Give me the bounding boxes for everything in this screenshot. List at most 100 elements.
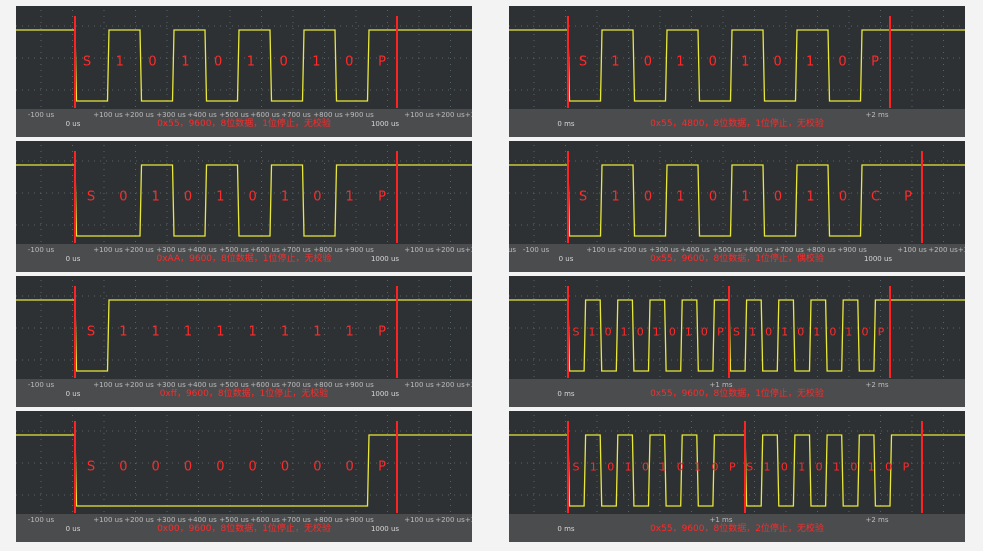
bit-label: 1: [624, 460, 632, 474]
bit-label: S: [746, 460, 754, 474]
bit-label: 1: [119, 324, 128, 340]
bit-label: 1: [312, 54, 321, 70]
panel-0x55-4800: S 1 0 1 0 1 0 1 0 P +2 ms 0 ms 0x55，4800，8位数据，1位停止，无…: [509, 6, 965, 137]
time-axis: -100 us +100 us +200 us +300 us +400 us +500 …: [16, 379, 472, 407]
bit-label: 1: [620, 325, 628, 339]
waveform-plot: [16, 415, 472, 513]
bit-label: 1: [741, 54, 750, 70]
axis-tick-label: +200 us: [435, 381, 465, 389]
panel-0x00-9600: S 0 0 0 0 0 0 0 0 P -100 us +100 us +200 us +300 us +4…: [16, 411, 472, 542]
axis-tick-label: +200 us: [928, 246, 958, 254]
axis-tick-label: +2 ms: [865, 111, 889, 119]
bit-label: 0: [765, 325, 773, 339]
waveform-plot: [509, 10, 965, 108]
bit-label: 1: [280, 324, 290, 340]
bit-label: 1: [181, 54, 190, 70]
bit-label: 0: [280, 459, 290, 475]
bit-label: 0: [780, 460, 788, 474]
panel-0x55-2stop: S 1 0 1 0 1 0 1 0 P S 1 0 1 0 1 0 1 0 P +1 ms +2 ms 0 ms 0x55，9…: [509, 411, 965, 542]
bit-label: 0: [604, 325, 612, 339]
axis-tick-label: +400 us: [187, 111, 217, 119]
bit-label: 0: [668, 325, 676, 339]
bit-label: 0: [248, 459, 257, 475]
axis-tick-label: +400 us: [187, 381, 217, 389]
axis-tick-label: +400 us: [187, 516, 217, 524]
frame-caption: 0x55，9600，8位数据，1位停止，偶校验: [650, 254, 824, 264]
bit-label: 0: [213, 54, 223, 70]
bit-label: 0: [345, 54, 354, 70]
axis-tick-label: +200 us: [124, 111, 154, 119]
bit-label: P: [378, 189, 386, 205]
axis-tick-label: +100 us: [93, 246, 123, 254]
axis-tick-label: +700 us: [281, 111, 311, 119]
bit-label: 1: [652, 325, 660, 339]
axis-tick-label: +300 us: [649, 246, 679, 254]
bit-label: 1: [813, 325, 821, 339]
bit-label: 1: [676, 189, 685, 205]
bit-label: 0: [183, 459, 193, 475]
bit-label: 0: [279, 54, 288, 70]
bit-label: 0: [885, 460, 893, 474]
bit-label: 1: [806, 189, 815, 205]
bit-label: 1: [611, 189, 620, 205]
axis-tick-label: +100 us: [586, 246, 616, 254]
bit-label: S: [86, 324, 96, 340]
bit-label: P: [877, 325, 885, 339]
axis-zero-label: 0 us: [65, 255, 81, 263]
bit-label: 0: [815, 460, 823, 474]
axis-tick-label: +200 us: [124, 246, 154, 254]
axis-tick-label: +3: [464, 516, 472, 524]
axis-end-label: 1000 us: [370, 120, 400, 128]
bit-label: 1: [216, 324, 225, 340]
axis-tick-label: +800 us: [806, 246, 836, 254]
frame-caption: 0x55，9600，8位数据，1位停止，无校验: [650, 389, 824, 399]
axis-tick-label: +500 us: [219, 516, 249, 524]
axis-tick-label: +800 us: [313, 111, 343, 119]
bit-label: 0: [216, 459, 225, 475]
axis-tick-label: +500 us: [712, 246, 742, 254]
axis-tick-label: +900 us: [344, 516, 374, 524]
bit-label: 0: [838, 54, 847, 70]
axis-tick-label: +100 us: [404, 381, 434, 389]
waveform-plot: [16, 145, 472, 243]
bit-label: 0: [119, 189, 128, 205]
panel-0xff-9600: S 1 1 1 1 1 1 1 1 P -100 us +100 us +200 us +300 us +4…: [16, 276, 472, 407]
bit-label: 0: [636, 325, 644, 339]
axis-tick-label: +700 us: [774, 246, 804, 254]
bit-label: S: [578, 54, 588, 70]
axis-tick-label: +300 us: [156, 516, 186, 524]
axis-zero-label: 0 us: [65, 390, 81, 398]
bit-label: S: [86, 189, 96, 205]
axis-tick-label: +600 us: [743, 246, 773, 254]
bit-label: 1: [588, 325, 596, 339]
bit-label: P: [871, 54, 879, 70]
bit-label: 0: [797, 325, 805, 339]
axis-zero-label: 0 us: [558, 255, 574, 263]
bit-label: P: [728, 460, 736, 474]
bit-label: 1: [248, 324, 257, 340]
frame-caption: 0xAA，9600，8位数据，1位停止，无校验: [156, 254, 332, 264]
axis-zero-label: 0 ms: [557, 390, 575, 398]
frame-caption: 0x55，9600，8位数据，2位停止，无校验: [650, 524, 824, 534]
axis-zero-label: 0 us: [65, 525, 81, 533]
bit-label: 0: [248, 189, 257, 205]
panel-0x55-double: S 1 0 1 0 1 0 1 0 P S 1 0 1 0 1 0 1 0 P +1 ms +2 ms 0 ms 0x55，9…: [509, 276, 965, 407]
panel-0x55-9600: S 1 0 1 0 1 0 1 0 P -100 us +100 us +200 us +300 us +4…: [16, 6, 472, 137]
bit-label: 1: [805, 54, 815, 70]
bit-label: 1: [845, 325, 853, 339]
bit-label: 0: [643, 54, 653, 70]
bit-label: 1: [676, 54, 685, 70]
bit-label: 0: [850, 460, 858, 474]
axis-tick-label: +900 us: [344, 111, 374, 119]
bit-label: P: [378, 324, 386, 340]
bit-label: 0: [183, 189, 193, 205]
bit-label: 1: [151, 324, 160, 340]
axis-end-label: 1000 us: [370, 525, 400, 533]
axis-tick-label: +900 us: [344, 246, 374, 254]
waveform-plot: [16, 280, 472, 378]
axis-tick-label: +600 us: [250, 516, 280, 524]
bit-label: 1: [694, 460, 702, 474]
axis-tick-label: +3: [957, 246, 965, 254]
bit-label: S: [82, 54, 92, 70]
bit-label: P: [378, 54, 386, 70]
